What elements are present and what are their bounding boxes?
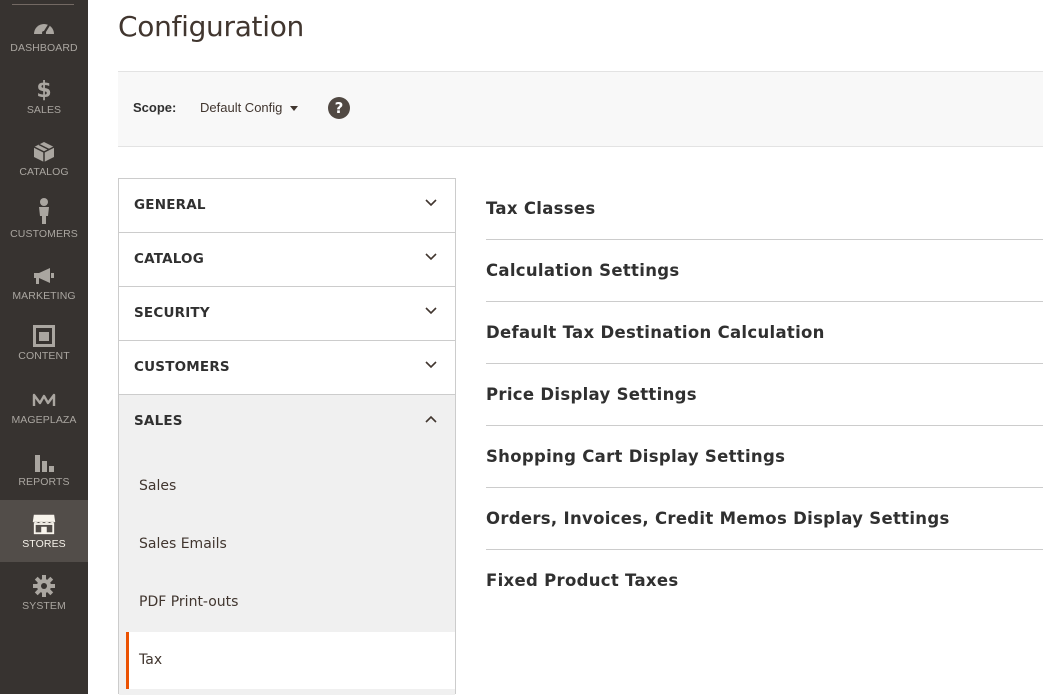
dollar-icon: $: [36, 77, 52, 103]
scope-switcher[interactable]: Default Config: [200, 100, 299, 115]
fieldset-title: Default Tax Destination Calculation: [486, 323, 825, 342]
fieldset-default-tax-destination[interactable]: Default Tax Destination Calculation: [486, 302, 1043, 364]
tab-section-title: SECURITY: [134, 305, 210, 321]
caret-down-icon: [290, 106, 299, 111]
admin-menu: DASHBOARD $ SALES CATALOG CUSTOMERS MARK…: [0, 0, 88, 694]
menu-label: MAGEPLAZA: [11, 414, 77, 426]
menu-label: CATALOG: [19, 166, 69, 178]
chevron-down-icon: [425, 307, 437, 315]
menu-label: DASHBOARD: [10, 42, 78, 54]
tab-section-title: CUSTOMERS: [134, 359, 230, 375]
config-fieldsets: Tax Classes Calculation Settings Default…: [486, 178, 1043, 612]
scope-bar: Scope: Default Config ?: [118, 71, 1043, 147]
fieldset-title: Shopping Cart Display Settings: [486, 447, 786, 466]
menu-item-mageplaza[interactable]: MAGEPLAZA: [0, 388, 88, 450]
gear-icon: [32, 574, 56, 598]
tab-section-title: GENERAL: [134, 197, 206, 213]
menu-label: STORES: [22, 538, 66, 550]
fieldset-calculation-settings[interactable]: Calculation Settings: [486, 240, 1043, 302]
tab-section-customers[interactable]: CUSTOMERS: [119, 341, 455, 395]
page-title: Configuration: [118, 10, 304, 43]
tab-section-title: SALES: [134, 413, 183, 429]
fieldset-title: Price Display Settings: [486, 385, 697, 404]
tab-item-label: Sales Emails: [139, 536, 227, 552]
fieldset-title: Orders, Invoices, Credit Memos Display S…: [486, 509, 950, 528]
question-icon[interactable]: ?: [328, 97, 350, 119]
tab-item-label: Sales: [139, 478, 177, 494]
menu-item-marketing[interactable]: MARKETING: [0, 264, 88, 326]
menu-label: CUSTOMERS: [10, 228, 78, 240]
menu-item-customers[interactable]: CUSTOMERS: [0, 196, 88, 258]
chevron-up-icon: [425, 415, 437, 423]
sales-subitems: Sales Sales Emails PDF Print-outs Tax: [119, 448, 455, 695]
fieldset-shopping-cart-display[interactable]: Shopping Cart Display Settings: [486, 426, 1043, 488]
tab-section-general[interactable]: GENERAL: [119, 179, 455, 233]
fieldset-orders-invoices-display[interactable]: Orders, Invoices, Credit Memos Display S…: [486, 488, 1043, 550]
fieldset-fixed-product-taxes[interactable]: Fixed Product Taxes: [486, 550, 1043, 612]
layout-icon: [32, 324, 56, 348]
menu-item-catalog[interactable]: CATALOG: [0, 140, 88, 202]
mageplaza-icon: [32, 388, 56, 412]
menu-item-system[interactable]: SYSTEM: [0, 574, 88, 636]
chevron-down-icon: [425, 199, 437, 207]
tab-section-title: CATALOG: [134, 251, 204, 267]
bar-chart-icon: [32, 450, 56, 474]
tab-section-sales[interactable]: SALES: [119, 395, 455, 449]
tab-item-sales[interactable]: Sales: [119, 458, 455, 516]
nav-bottom-strip: [119, 689, 455, 695]
tab-item-pdf-print-outs[interactable]: PDF Print-outs: [119, 574, 455, 632]
menu-item-content[interactable]: CONTENT: [0, 324, 88, 386]
menu-item-stores[interactable]: STORES: [0, 500, 88, 562]
tab-item-tax[interactable]: Tax: [126, 632, 455, 690]
tab-section-security[interactable]: SECURITY: [119, 287, 455, 341]
fieldset-tax-classes[interactable]: Tax Classes: [486, 178, 1043, 240]
fieldset-title: Tax Classes: [486, 199, 596, 218]
menu-label: CONTENT: [18, 350, 70, 362]
dashboard-icon: [32, 16, 56, 40]
config-tabs: GENERAL CATALOG SECURITY CUSTOMERS SALES…: [118, 178, 456, 695]
fieldset-title: Calculation Settings: [486, 261, 680, 280]
fieldset-title: Fixed Product Taxes: [486, 571, 679, 590]
scope-value: Default Config: [200, 100, 283, 115]
menu-label: SYSTEM: [22, 600, 66, 612]
menu-label: SALES: [26, 104, 62, 116]
menu-label: MARKETING: [12, 290, 76, 302]
menu-label: REPORTS: [18, 476, 70, 488]
tab-item-label: Tax: [139, 652, 163, 668]
tab-section-catalog[interactable]: CATALOG: [119, 233, 455, 287]
store-icon: [32, 512, 56, 536]
box-icon: [32, 140, 56, 164]
menu-top-divider: [12, 4, 74, 5]
chevron-down-icon: [425, 361, 437, 369]
scope-label: Scope:: [133, 100, 177, 115]
tab-item-label: PDF Print-outs: [139, 594, 239, 610]
menu-item-sales[interactable]: $ SALES: [0, 78, 88, 140]
person-icon: [32, 196, 56, 226]
tab-item-sales-emails[interactable]: Sales Emails: [119, 516, 455, 574]
megaphone-icon: [32, 264, 56, 288]
chevron-down-icon: [425, 253, 437, 261]
menu-item-dashboard[interactable]: DASHBOARD: [0, 16, 88, 78]
fieldset-price-display-settings[interactable]: Price Display Settings: [486, 364, 1043, 426]
